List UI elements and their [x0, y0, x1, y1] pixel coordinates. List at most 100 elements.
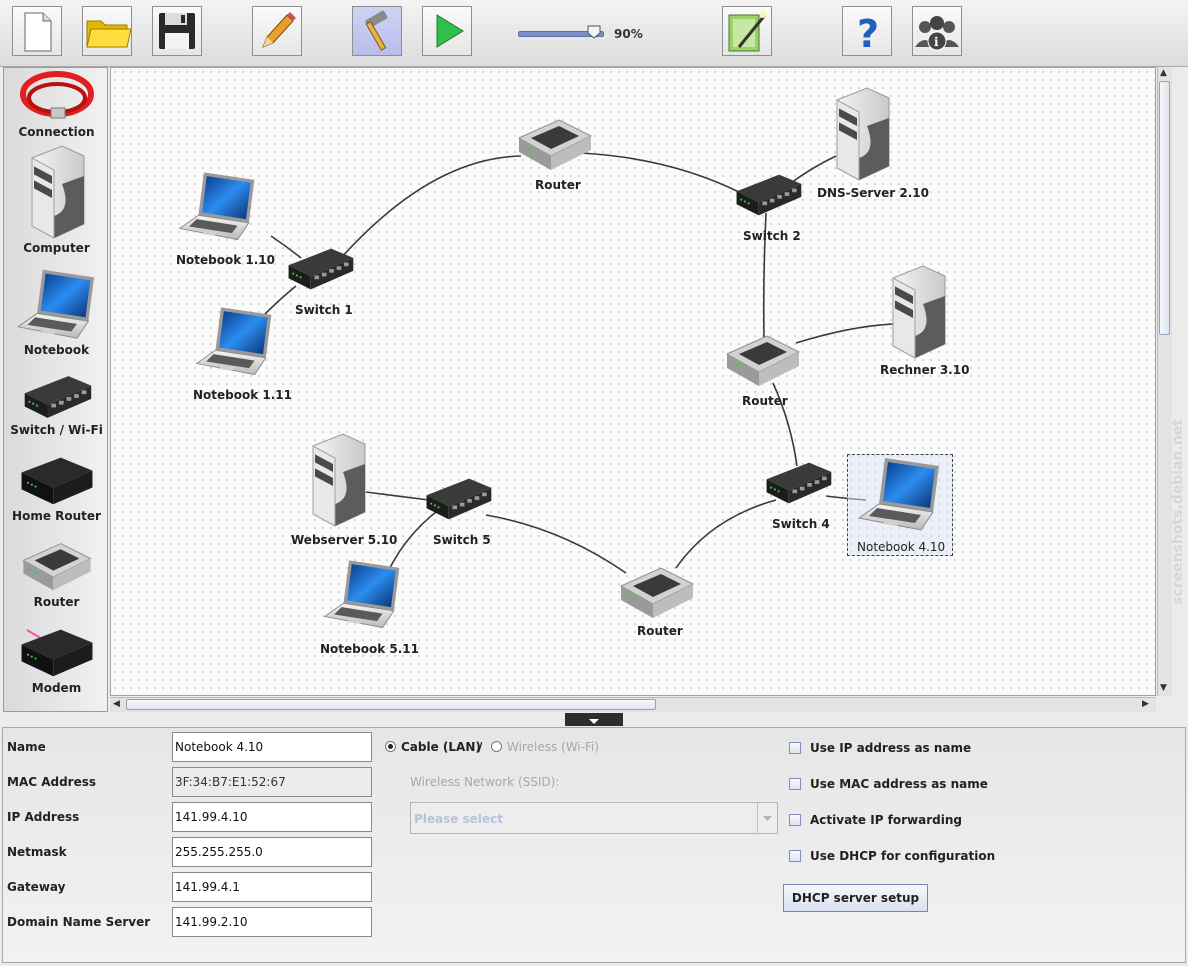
- network-canvas[interactable]: Notebook 1.10 Notebook 1.11 Switch 1 Rou…: [110, 67, 1156, 696]
- use-dhcp-checkbox[interactable]: [789, 850, 801, 862]
- dns-field[interactable]: [172, 907, 372, 937]
- simulation-mode-button[interactable]: [422, 6, 472, 56]
- modem-icon: [17, 629, 97, 680]
- router-icon: [617, 562, 697, 622]
- netmask-label: Netmask: [7, 845, 67, 859]
- notebook-icon: [855, 454, 945, 534]
- ip-label: IP Address: [7, 810, 80, 824]
- edit-mode-button[interactable]: [252, 6, 302, 56]
- info-group-icon: i: [915, 16, 959, 51]
- server-icon: [827, 86, 897, 182]
- node-switch-1[interactable]: [283, 244, 357, 294]
- server-icon: [303, 432, 373, 528]
- notebook-icon: [193, 301, 277, 381]
- router-icon: [723, 330, 803, 390]
- node-router-right[interactable]: [723, 330, 803, 390]
- node-webserver-5-10[interactable]: [303, 432, 373, 528]
- watermark-text: screenshots.debian.net: [1170, 419, 1186, 605]
- ssid-label: Wireless Network (SSID):: [410, 775, 560, 789]
- new-file-icon: [24, 12, 52, 52]
- node-switch-4[interactable]: [761, 458, 835, 508]
- node-router-top[interactable]: [515, 114, 595, 174]
- build-mode-button[interactable]: [352, 6, 402, 56]
- node-label: Router: [637, 624, 683, 638]
- vertical-scroll-thumb[interactable]: [1159, 81, 1170, 335]
- mac-field[interactable]: [172, 767, 372, 797]
- wireless-radio[interactable]: [491, 741, 502, 752]
- palette-label: Connection: [18, 125, 95, 139]
- ip-forwarding-checkbox[interactable]: [789, 814, 801, 826]
- zoom-level: 90%: [614, 27, 643, 41]
- horizontal-scrollbar[interactable]: ◀ ▶: [110, 697, 1156, 712]
- zoom-slider-knob[interactable]: [587, 25, 601, 39]
- notebook-icon: [12, 266, 102, 342]
- dhcp-server-setup-button[interactable]: DHCP server setup: [783, 884, 928, 912]
- open-folder-button[interactable]: [82, 6, 132, 56]
- ip-field[interactable]: [172, 802, 372, 832]
- gateway-label: Gateway: [7, 880, 66, 894]
- node-switch-2[interactable]: [731, 170, 805, 220]
- node-label: Switch 2: [743, 229, 801, 243]
- router-icon: [17, 538, 97, 594]
- node-label: Switch 1: [295, 303, 353, 317]
- watermark: screenshots.debian.net: [1166, 360, 1188, 610]
- scroll-right-icon[interactable]: ▶: [1142, 698, 1149, 710]
- palette-item-router[interactable]: Router: [4, 538, 109, 609]
- use-ip-as-name-checkbox[interactable]: [789, 742, 801, 754]
- node-dns-server[interactable]: [827, 86, 897, 182]
- node-notebook-4-10[interactable]: [855, 454, 945, 534]
- help-button[interactable]: ?: [842, 6, 892, 56]
- mac-label: MAC Address: [7, 775, 97, 789]
- cable-link: [340, 155, 522, 259]
- palette-item-modem[interactable]: Modem: [4, 624, 109, 695]
- palette-label: Switch / Wi-Fi: [10, 423, 103, 437]
- node-router-bottom[interactable]: [617, 562, 697, 622]
- save-button[interactable]: [152, 6, 202, 56]
- play-icon: [436, 14, 464, 48]
- node-label: Switch 5: [433, 533, 491, 547]
- cable-link: [675, 499, 777, 569]
- node-notebook-1-10[interactable]: [176, 166, 260, 246]
- gateway-field[interactable]: [172, 872, 372, 902]
- switch-icon: [421, 474, 495, 524]
- computer-icon: [22, 144, 92, 240]
- scroll-left-icon[interactable]: ◀: [113, 698, 120, 710]
- ssid-placeholder: Please select: [414, 812, 503, 826]
- use-dhcp-label: Use DHCP for configuration: [810, 849, 996, 863]
- node-rechner-3-10[interactable]: [883, 264, 953, 360]
- new-file-button[interactable]: [12, 6, 62, 56]
- palette-item-switch[interactable]: Switch / Wi-Fi: [4, 372, 109, 437]
- about-button[interactable]: i: [912, 6, 962, 56]
- name-field[interactable]: [172, 732, 372, 762]
- node-notebook-1-11[interactable]: [193, 301, 277, 381]
- scroll-up-icon[interactable]: ▲: [1160, 67, 1167, 79]
- palette-item-connection[interactable]: Connection: [4, 68, 109, 139]
- name-label: Name: [7, 740, 46, 754]
- palette-label: Home Router: [12, 509, 101, 523]
- cable-radio[interactable]: [385, 741, 396, 752]
- palette-item-home-router[interactable]: Home Router: [4, 452, 109, 523]
- scroll-down-icon[interactable]: ▼: [1160, 682, 1167, 694]
- hammer-icon: [365, 10, 388, 51]
- use-mac-as-name-checkbox[interactable]: [789, 778, 801, 790]
- collapse-panel-button[interactable]: [565, 713, 623, 726]
- palette-item-notebook[interactable]: Notebook: [4, 266, 109, 357]
- cable-link: [485, 514, 627, 574]
- node-label: DNS-Server 2.10: [817, 186, 929, 200]
- home-router-icon: [17, 452, 97, 508]
- node-notebook-5-11[interactable]: [321, 554, 405, 634]
- horizontal-scroll-thumb[interactable]: [126, 699, 656, 710]
- node-label: Webserver 5.10: [291, 533, 398, 547]
- wizard-button[interactable]: [722, 6, 772, 56]
- switch-icon: [19, 372, 95, 422]
- netmask-field[interactable]: [172, 837, 372, 867]
- node-switch-5[interactable]: [421, 474, 495, 524]
- palette-item-computer[interactable]: Computer: [4, 144, 109, 255]
- router-icon: [515, 114, 595, 174]
- ssid-select[interactable]: Please select: [410, 802, 778, 834]
- toolbar: 90% ? i: [0, 0, 1188, 67]
- cable-icon: [19, 71, 94, 119]
- palette-label: Notebook: [23, 343, 90, 357]
- ssid-dropdown-button[interactable]: [757, 803, 777, 833]
- chevron-down-icon: [763, 816, 772, 821]
